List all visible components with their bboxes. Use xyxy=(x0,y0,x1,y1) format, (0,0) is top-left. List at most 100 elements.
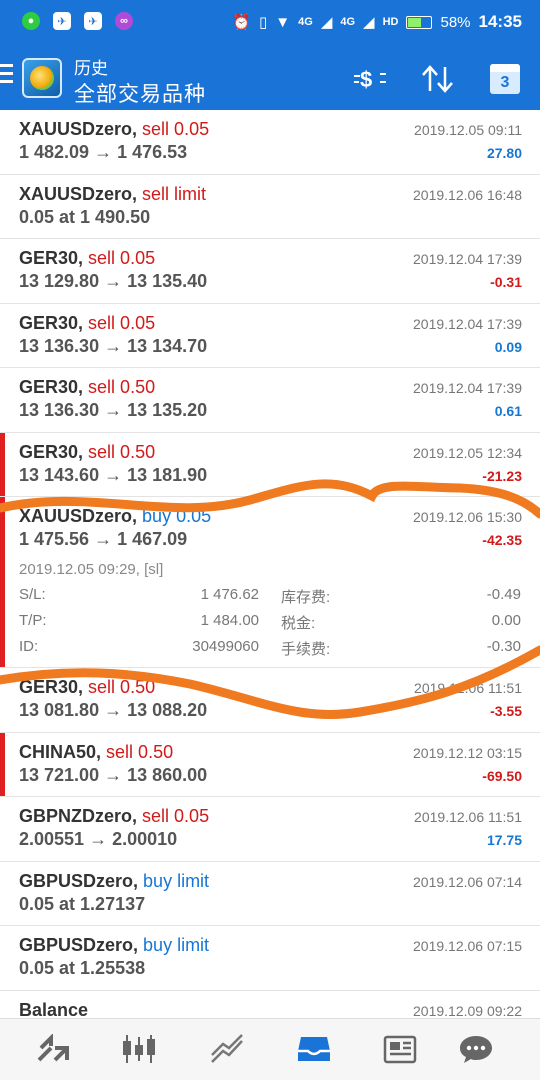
row-prices: 0.05 at 1 490.50 xyxy=(19,206,151,227)
row-title: GER30, sell 0.50 xyxy=(19,442,155,463)
row-time: 2019.12.06 11:51 xyxy=(414,809,522,825)
battery-icon xyxy=(406,15,433,29)
row-profit: -21.23 xyxy=(482,467,522,484)
symbol: GBPNZDzero, xyxy=(19,806,138,826)
symbol: GER30, xyxy=(19,441,84,462)
symbol: XAUUSDzero, xyxy=(19,506,138,526)
history-row[interactable]: CHINA50, sell 0.50 13 721.00 → 13 860.00 2… xyxy=(0,732,540,797)
trade-action: sell limit xyxy=(142,183,207,204)
history-list[interactable]: XAUUSDzero, sell 0.05 1 482.09 → 1 476.53… xyxy=(0,110,540,1018)
history-row[interactable]: GER30, sell 0.50 13 081.80 → 13 088.20 201… xyxy=(0,668,540,733)
detail-value: 30499060 xyxy=(192,638,259,655)
row-title: GER30, sell 0.50 xyxy=(19,677,155,698)
history-row[interactable]: GER30, sell 0.05 13 136.30 → 13 134.70 201… xyxy=(0,303,540,368)
row-time: 2019.12.06 16:48 xyxy=(413,186,522,203)
detail-label: 库存费: xyxy=(281,589,331,606)
battery-percent: 58% xyxy=(440,13,471,31)
row-title: XAUUSDzero, sell limit xyxy=(19,184,206,205)
trade-icon[interactable] xyxy=(205,1029,249,1069)
history-row[interactable]: GER30, sell 0.50 13 143.60 → 13 181.90 201… xyxy=(0,432,540,497)
system-indicators: ⏰ ▯ ▼ 4G ◢ 4G ◢ HD 58% 14:35 xyxy=(232,12,522,32)
history-row[interactable]: GBPUSDzero, buy limit 0.05 at 1.27137 2019… xyxy=(0,861,540,926)
row-prices: 13 129.80 → 13 135.40 xyxy=(19,271,208,291)
row-profit: -0.31 xyxy=(490,274,522,290)
row-time: 2019.12.06 15:30 xyxy=(413,509,522,525)
row-title: GER30, sell 0.05 xyxy=(19,248,155,269)
history-row[interactable]: GER30, sell 0.05 13 129.80 → 13 135.40 201… xyxy=(0,239,540,304)
history-row[interactable]: XAUUSDzero, sell 0.05 1 482.09 → 1 476.53… xyxy=(0,110,540,175)
alarm-icon: ⏰ xyxy=(232,14,251,31)
detail-row: T/P: 1 484.00 税金: 0.00 xyxy=(19,612,521,638)
history-row[interactable]: XAUUSDzero, buy 0.05 1 475.56 → 1 467.09 2… xyxy=(0,497,540,668)
svg-text:$: $ xyxy=(360,67,372,92)
menu-icon[interactable] xyxy=(0,64,14,88)
symbol: GBPUSDzero, xyxy=(19,935,139,955)
chat-icon[interactable] xyxy=(454,1029,498,1069)
detail-label: ID: xyxy=(19,638,39,655)
row-time: 2019.12.09 09:22 xyxy=(413,1002,522,1019)
trade-action: sell 0.50 xyxy=(88,441,156,462)
symbol: GER30, xyxy=(19,677,84,697)
row-title: GBPUSDzero, buy limit xyxy=(19,871,209,892)
page-title: 历史 xyxy=(74,59,108,78)
calendar-icon[interactable]: 3 xyxy=(488,62,522,96)
sort-icon[interactable] xyxy=(418,62,458,96)
row-prices: 13 136.30 → 13 135.20 xyxy=(19,400,208,420)
row-title: Balance xyxy=(19,1000,88,1019)
symbol: XAUUSDzero, xyxy=(19,119,138,139)
signal-icon: ◢ xyxy=(320,14,333,31)
row-title: GBPNZDzero, sell 0.05 xyxy=(19,806,209,827)
row-time: 2019.12.06 11:51 xyxy=(414,680,522,696)
symbol: GER30, xyxy=(19,248,84,268)
detail-value: 0.00 xyxy=(491,612,521,629)
history-row[interactable]: XAUUSDzero, sell limit 0.05 at 1 490.50 20… xyxy=(0,174,540,239)
trade-action: sell 0.50 xyxy=(106,741,174,762)
row-time: 2019.12.12 03:15 xyxy=(413,744,522,761)
row-time: 2019.12.04 17:39 xyxy=(413,380,522,396)
news-icon[interactable] xyxy=(379,1029,423,1069)
app-store-icon: ∞ xyxy=(115,12,133,30)
history-icon[interactable] xyxy=(292,1029,336,1069)
vibrate-icon: ▯ xyxy=(259,14,268,31)
row-profit: -69.50 xyxy=(482,767,522,784)
row-time: 2019.12.04 17:39 xyxy=(413,315,522,332)
history-row[interactable]: GBPNZDzero, sell 0.05 2.00551 → 2.00010 20… xyxy=(0,797,540,862)
row-prices: 13 721.00 → 13 860.00 xyxy=(19,764,208,785)
charts-icon[interactable] xyxy=(117,1029,161,1069)
app-logo[interactable] xyxy=(22,58,62,98)
signal-icon: ◢ xyxy=(363,14,375,31)
dollar-sort-icon[interactable]: $ xyxy=(350,62,390,96)
row-profit: 0.61 xyxy=(494,403,522,419)
trade-action: sell 0.05 xyxy=(142,119,210,139)
clock: 14:35 xyxy=(478,12,522,31)
row-profit: 27.80 xyxy=(486,145,522,161)
symbol: CHINA50, xyxy=(19,741,102,762)
trade-action: sell 0.05 xyxy=(88,248,156,268)
row-time: 2019.12.05 12:34 xyxy=(413,444,522,461)
trade-action: buy 0.05 xyxy=(142,506,212,526)
row-title: GER30, sell 0.05 xyxy=(19,313,155,334)
symbol: GER30, xyxy=(19,377,84,397)
history-row[interactable]: Balance 2019.12.09 09:22 xyxy=(0,990,540,1019)
network-type: 4G xyxy=(298,16,313,28)
row-prices: 13 136.30 → 13 134.70 xyxy=(19,335,208,356)
detail-label: T/P: xyxy=(19,612,47,629)
row-time: 2019.12.04 17:39 xyxy=(413,251,522,267)
symbol: Balance xyxy=(19,999,89,1019)
order-details: S/L: 1 476.62 库存费: -0.49 T/P: 1 484.00 税金: 0.00… xyxy=(19,586,521,664)
quotes-icon[interactable] xyxy=(31,1029,75,1069)
status-bar: ● ✈ ✈ ∞ ⏰ ▯ ▼ 4G ◢ 4G ◢ HD 58% 14:35 xyxy=(0,0,540,46)
detail-label: S/L: xyxy=(19,586,46,603)
row-title: XAUUSDzero, buy 0.05 xyxy=(19,506,211,527)
history-row[interactable]: GER30, sell 0.50 13 136.30 → 13 135.20 201… xyxy=(0,368,540,433)
history-row[interactable]: GBPUSDzero, buy limit 0.05 at 1.25538 2019… xyxy=(0,926,540,991)
symbol-filter[interactable]: 全部交易品种 xyxy=(74,78,206,108)
row-time: 2019.12.05 09:11 xyxy=(414,122,522,138)
detail-value: 1 484.00 xyxy=(200,612,259,629)
hd-badge: HD xyxy=(382,16,399,28)
wechat-icon: ● xyxy=(22,12,40,30)
trade-action: buy limit xyxy=(143,935,210,955)
symbol: GER30, xyxy=(19,312,84,333)
trade-action: sell 0.50 xyxy=(88,377,156,397)
calendar-day: 3 xyxy=(500,74,510,91)
